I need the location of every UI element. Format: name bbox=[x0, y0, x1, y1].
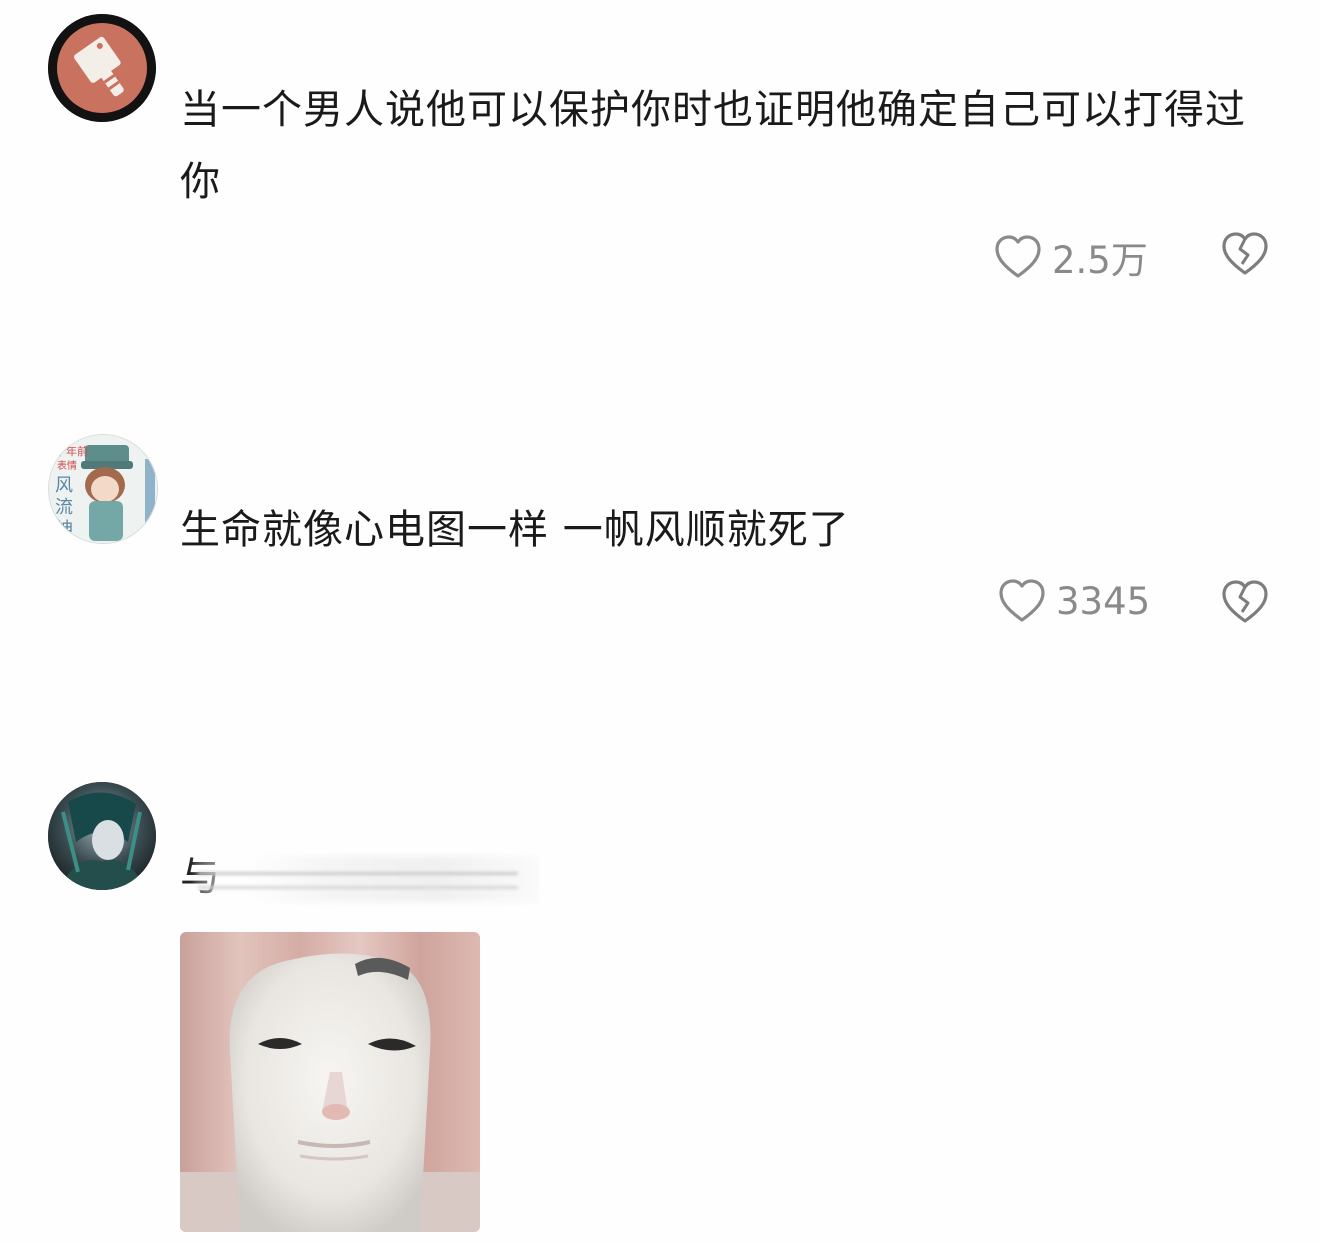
heart-icon bbox=[999, 579, 1045, 622]
blur-streak bbox=[198, 872, 518, 875]
dislike-button[interactable] bbox=[1220, 578, 1270, 626]
like-button[interactable]: 3345 bbox=[998, 578, 1150, 624]
avatar-badge-text: 十年前 bbox=[55, 444, 88, 458]
svg-text:表情: 表情 bbox=[57, 459, 77, 472]
like-count: 2.5万 bbox=[1052, 239, 1148, 282]
obscured-username: 与 bbox=[180, 852, 540, 908]
heart-icon bbox=[995, 235, 1041, 278]
meme-face-image bbox=[180, 932, 480, 1232]
svg-text:神: 神 bbox=[55, 519, 73, 540]
svg-text:风: 风 bbox=[55, 475, 73, 496]
like-button[interactable]: 2.5万 bbox=[994, 230, 1148, 284]
cleaver-icon bbox=[48, 14, 156, 122]
blur-overlay bbox=[194, 856, 540, 902]
blur-streak bbox=[198, 886, 518, 889]
user-avatar[interactable] bbox=[48, 782, 156, 890]
comment-text: 生命就像心电图一样 一帆风顺就死了 bbox=[180, 507, 850, 553]
dark-character-avatar bbox=[48, 782, 156, 890]
comment-text: 当一个男人说他可以保护你时也证明他确定自己可以打得过你 bbox=[180, 87, 1246, 205]
broken-heart-icon bbox=[1222, 232, 1268, 275]
anime-character-avatar: 十年前 表情 风 流 神 bbox=[49, 435, 157, 543]
user-avatar[interactable]: 十年前 表情 风 流 神 bbox=[48, 434, 158, 544]
dislike-button[interactable] bbox=[1220, 230, 1270, 278]
user-avatar[interactable] bbox=[48, 14, 156, 122]
svg-text:流: 流 bbox=[55, 497, 73, 518]
broken-heart-icon bbox=[1222, 580, 1268, 623]
meme-face-image[interactable] bbox=[180, 932, 480, 1232]
like-count: 3345 bbox=[1056, 579, 1151, 623]
